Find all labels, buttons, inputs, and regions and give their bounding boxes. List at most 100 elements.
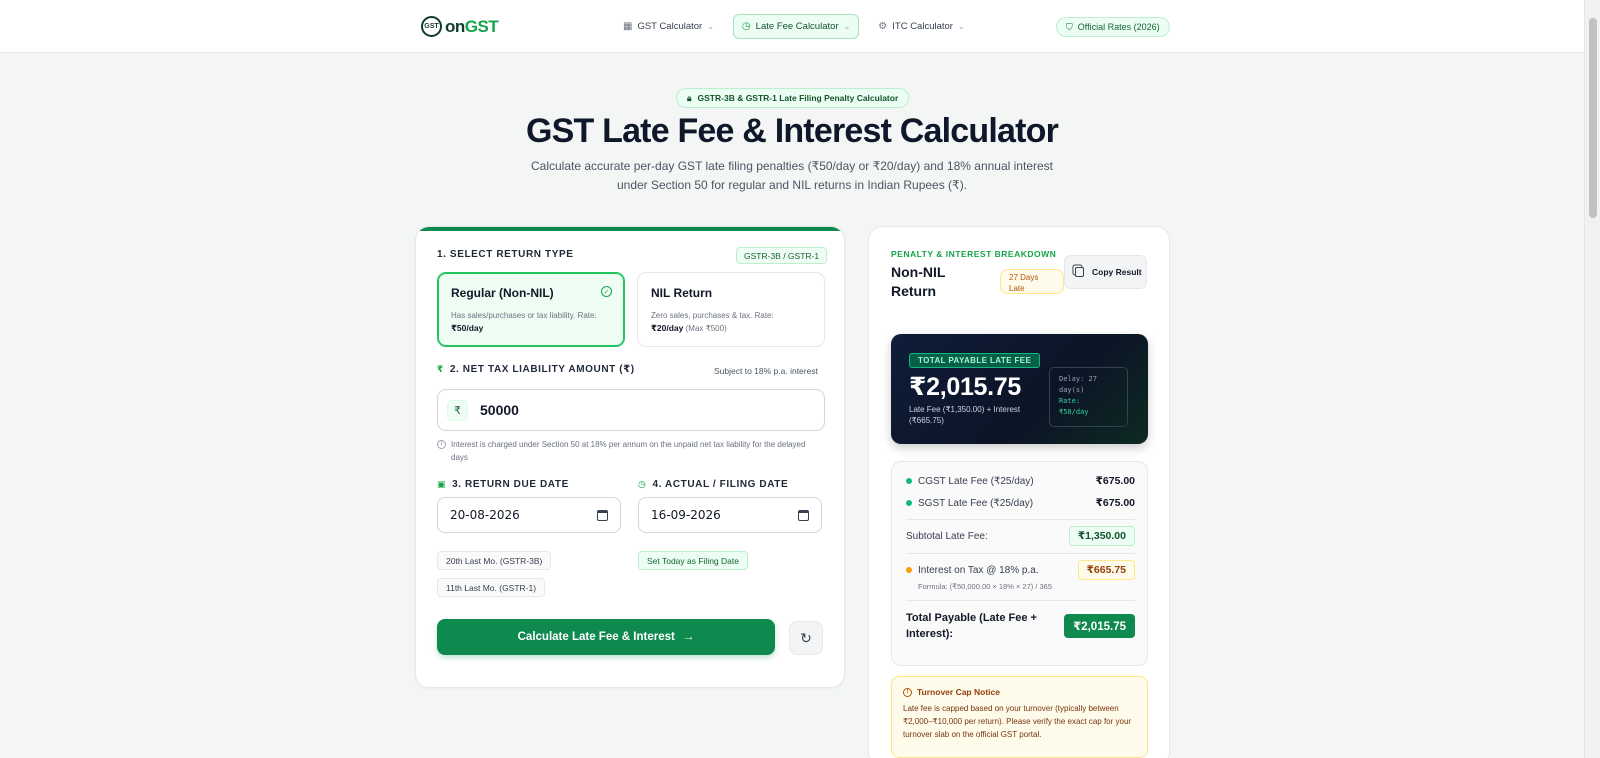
interest-formula: Formula: (₹50,000.00 × 18% × 27) / 365	[918, 582, 1053, 591]
nav-itc-calculator-label: ITC Calculator	[892, 21, 953, 32]
page-scrollbar[interactable]	[1584, 0, 1600, 758]
calculator-icon: ▦	[623, 21, 633, 32]
arrow-right-icon: →	[682, 631, 695, 643]
interest-info-text: Interest is charged under Section 50 at …	[451, 440, 806, 462]
filing-date-input[interactable]: 16-09-2026	[638, 497, 822, 533]
chip-gstr1-due[interactable]: 11th Last Mo. (GSTR-1)	[437, 578, 546, 597]
due-date-input[interactable]: 20-08-2026	[437, 497, 621, 533]
days-late-badge: 27 Days Late	[1000, 269, 1064, 294]
delay-info-box: Delay: 27 day(s) Rate: ₹50/day	[1049, 367, 1128, 427]
turnover-cap-notice: ! Turnover Cap Notice Late fee is capped…	[891, 676, 1148, 758]
notice-title-row: ! Turnover Cap Notice	[903, 687, 1136, 697]
interest-label-wrap: Interest on Tax @ 18% p.a.	[906, 565, 1039, 576]
chevron-down-icon: ⌄	[957, 22, 965, 31]
calendar-icon: ▣	[437, 479, 447, 489]
gear-icon: ⚙	[878, 21, 888, 32]
option-nil-rate: ₹20/day	[651, 323, 684, 333]
warning-icon: !	[903, 687, 912, 697]
clock-icon: ◷	[638, 479, 647, 489]
option-nil-title: NIL Return	[651, 286, 713, 300]
sgst-row: SGST Late Fee (₹25/day) ₹675.00	[906, 497, 1135, 509]
filing-date-value: 16-09-2026	[651, 508, 721, 522]
main-nav: ▦ GST Calculator ⌄ ◷ Late Fee Calculator…	[614, 14, 974, 39]
chip-set-today[interactable]: Set Today as Filing Date	[638, 551, 748, 570]
step2-label-row: ₹ 2. NET TAX LIABILITY AMOUNT (₹)	[437, 364, 635, 375]
info-icon: i	[437, 440, 446, 449]
rupee-prefix-icon: ₹	[447, 399, 468, 421]
total-row: Total Payable (Late Fee + Interest): ₹2,…	[906, 610, 1135, 642]
reset-button[interactable]: ↻	[789, 621, 823, 655]
gstr-tag: GSTR-3B / GSTR-1	[736, 247, 828, 264]
chip-gstr3b-due[interactable]: 20th Last Mo. (GSTR-3B)	[437, 551, 552, 570]
copy-result-label: Copy Result	[1092, 266, 1142, 277]
total-payable-label: Total Payable (Late Fee + Interest):	[906, 612, 1037, 640]
option-nil-extra: (Max ₹500)	[685, 324, 727, 333]
option-regular-rate: ₹50/day	[451, 323, 484, 333]
total-amount: ₹2,015.75	[909, 373, 1022, 401]
step3-label: 3. RETURN DUE DATE	[452, 479, 569, 490]
interest-info-note: i Interest is charged under Section 50 a…	[437, 438, 817, 464]
copy-result-button[interactable]: Copy Result	[1064, 255, 1147, 289]
subtotal-label: Subtotal Late Fee:	[906, 530, 988, 542]
option-nil-desc-text: Zero sales, purchases & tax. Rate:	[651, 311, 774, 320]
step4-label-row: ◷ 4. ACTUAL / FILING DATE	[638, 479, 788, 490]
cgst-amount: ₹675.00	[1095, 475, 1135, 487]
card-accent-bar	[416, 227, 844, 231]
calculate-button[interactable]: Calculate Late Fee & Interest →	[437, 619, 775, 655]
hero-pill-label: GSTR-3B & GSTR-1 Late Filing Penalty Cal…	[697, 93, 899, 103]
shield-icon: ⛉	[1066, 21, 1073, 32]
cgst-label-wrap: CGST Late Fee (₹25/day)	[906, 476, 1034, 487]
tax-amount-value[interactable]: 50000	[480, 402, 519, 418]
logo-badge-icon: GST	[421, 16, 442, 37]
nav-itc-calculator[interactable]: ⚙ ITC Calculator ⌄	[869, 14, 973, 39]
total-sub: Late Fee (₹1,350.00) + Interest (₹665.75…	[909, 405, 1021, 425]
total-badge: TOTAL PAYABLE LATE FEE	[909, 353, 1041, 368]
delay-line2: day(s)	[1059, 386, 1085, 394]
check-circle-icon: ✓	[601, 286, 612, 297]
calendar-picker-icon[interactable]	[798, 509, 809, 521]
calendar-picker-icon[interactable]	[597, 509, 608, 521]
top-navbar: GST onGST ▦ GST Calculator ⌄ ◷ Late Fee …	[0, 0, 1584, 53]
delay-rate: ₹50/day	[1059, 408, 1089, 416]
step1-label: 1. SELECT RETURN TYPE	[437, 249, 574, 260]
site-logo[interactable]: GST onGST	[421, 16, 499, 37]
step4-label: 4. ACTUAL / FILING DATE	[652, 479, 789, 490]
sgst-amount: ₹675.00	[1095, 497, 1135, 509]
interest-amount: ₹665.75	[1077, 560, 1135, 580]
chevron-down-icon: ⌄	[843, 22, 851, 31]
option-regular[interactable]: Regular (Non-NIL) ✓ Has sales/purchases …	[437, 272, 625, 347]
option-regular-title: Regular (Non-NIL)	[451, 286, 554, 300]
official-rates-badge[interactable]: ⛉ Official Rates (2026)	[1056, 17, 1170, 37]
page-subtitle: Calculate accurate per-day GST late fili…	[530, 159, 1053, 192]
breakdown-panel: CGST Late Fee (₹25/day) ₹675.00 SGST Lat…	[891, 461, 1148, 666]
green-dot-icon	[906, 499, 912, 506]
delay-rate-label: Rate:	[1059, 397, 1081, 405]
rupee-icon: ₹	[437, 364, 444, 374]
notice-body: Late fee is capped based on your turnove…	[903, 704, 1132, 739]
option-regular-desc: Has sales/purchases or tax liability. Ra…	[451, 309, 611, 335]
step3-label-row: ▣ 3. RETURN DUE DATE	[437, 479, 569, 490]
refresh-icon: ↻	[800, 629, 812, 646]
logo-on: on	[445, 16, 465, 36]
nav-gst-calculator[interactable]: ▦ GST Calculator ⌄	[614, 14, 723, 39]
hero-pill: 🔒︎ GSTR-3B & GSTR-1 Late Filing Penalty …	[676, 88, 910, 108]
cgst-row: CGST Late Fee (₹25/day) ₹675.00	[906, 475, 1135, 487]
page-title: GST Late Fee & Interest Calculator	[525, 112, 1059, 150]
step2-note: Subject to 18% p.a. interest	[714, 366, 818, 376]
option-regular-desc-text: Has sales/purchases or tax liability. Ra…	[451, 311, 597, 320]
option-nil-desc: Zero sales, purchases & tax. Rate: ₹20/d…	[651, 309, 811, 335]
nav-late-fee-calculator-label: Late Fee Calculator	[755, 21, 839, 32]
result-return-title: Non-NIL Return	[891, 264, 946, 299]
option-nil[interactable]: NIL Return Zero sales, purchases & tax. …	[637, 272, 825, 347]
scrollbar-thumb[interactable]	[1589, 18, 1597, 218]
logo-text: onGST	[445, 16, 499, 37]
interest-label: Interest on Tax @ 18% p.a.	[918, 564, 1039, 576]
nav-late-fee-calculator[interactable]: ◷ Late Fee Calculator ⌄	[732, 14, 860, 39]
divider	[906, 600, 1135, 601]
tax-amount-input[interactable]: ₹ 50000	[437, 389, 825, 431]
amber-dot-icon	[906, 566, 912, 573]
sgst-label-wrap: SGST Late Fee (₹25/day)	[906, 498, 1033, 509]
divider	[906, 553, 1135, 554]
result-card: PENALTY & INTEREST BREAKDOWN Non-NIL Ret…	[868, 226, 1170, 758]
subtotal-row: Subtotal Late Fee: ₹1,350.00	[906, 526, 1135, 546]
